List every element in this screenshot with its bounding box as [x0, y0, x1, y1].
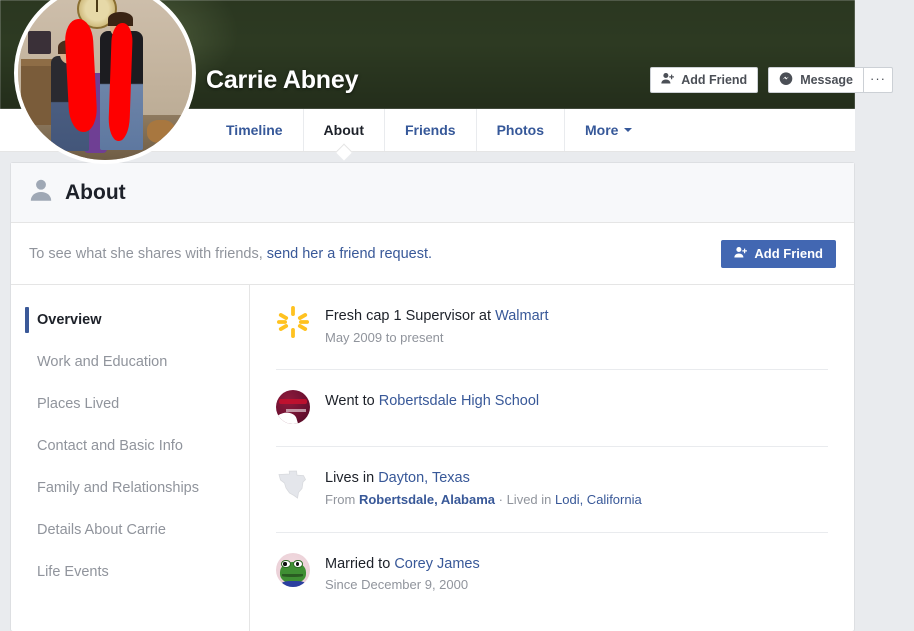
- hometown-link[interactable]: Robertsdale, Alabama: [359, 492, 495, 507]
- sidebar-item-life-events[interactable]: Life Events: [11, 551, 249, 593]
- page-title: Carrie Abney: [206, 66, 359, 94]
- more-options-button[interactable]: ···: [863, 67, 893, 93]
- work-prefix: Fresh cap 1 Supervisor at: [325, 308, 496, 324]
- about-sidebar: Overview Work and Education Places Lived…: [11, 285, 250, 631]
- about-card-header: About: [11, 163, 854, 223]
- sidebar-item-label: Places Lived: [37, 396, 120, 412]
- overview-entry-education: Went to Robertsdale High School: [276, 370, 828, 448]
- relationship-since: Since December 9, 2000: [325, 577, 469, 593]
- partner-link[interactable]: Corey James: [394, 556, 479, 572]
- education-prefix: Went to: [325, 393, 379, 410]
- places-subtitle: From Robertsdale, Alabama · Lived in Lod…: [325, 491, 642, 510]
- sidebar-item-label: Overview: [37, 312, 102, 328]
- overview-entry-places: Lives in Dayton, Texas From Robertsdale,…: [276, 447, 828, 533]
- tab-friends-label: Friends: [404, 122, 456, 138]
- sidebar-item-label: Family and Relationships: [37, 480, 199, 496]
- overview-content: Fresh cap 1 Supervisor at Walmart May 20…: [250, 285, 854, 631]
- messenger-icon: [779, 71, 793, 89]
- sidebar-item-label: Contact and Basic Info: [37, 438, 183, 454]
- tab-about-label: About: [323, 122, 364, 138]
- current-city-link[interactable]: Dayton, Texas: [378, 470, 470, 486]
- work-title: Fresh cap 1 Supervisor at Walmart: [325, 307, 549, 327]
- add-friend-button-about[interactable]: Add Friend: [721, 239, 836, 268]
- friend-request-notice: To see what she shares with friends, sen…: [11, 223, 854, 285]
- education-title: Went to Robertsdale High School: [325, 392, 539, 412]
- avatar[interactable]: [14, 0, 196, 164]
- places-prefix: Lives in: [325, 470, 379, 487]
- add-friend-button-cover[interactable]: Add Friend: [650, 67, 759, 93]
- tab-photos[interactable]: Photos: [475, 109, 564, 151]
- places-title: Lives in Dayton, Texas: [325, 469, 642, 489]
- sidebar-item-overview[interactable]: Overview: [11, 299, 249, 341]
- chevron-down-icon: [624, 128, 633, 132]
- school-logo-icon: [276, 390, 310, 425]
- education-school-link[interactable]: Robertsdale High School: [379, 393, 539, 409]
- partner-avatar-icon[interactable]: [276, 552, 310, 587]
- relationship-prefix: Married to: [325, 555, 395, 572]
- hometown-label: From: [325, 491, 359, 507]
- message-label: Message: [800, 73, 853, 87]
- person-add-icon-blue: [734, 246, 748, 262]
- tab-more-label: More: [585, 122, 619, 138]
- sidebar-item-label: Details About Carrie: [37, 522, 166, 538]
- tab-friends[interactable]: Friends: [383, 109, 476, 151]
- overview-entry-places-text: Lives in Dayton, Texas From Robertsdale,…: [325, 467, 642, 509]
- overview-entry-relationship: Married to Corey James Since December 9,…: [276, 533, 828, 617]
- sidebar-item-label: Work and Education: [37, 354, 168, 370]
- lived-in-link[interactable]: Lodi, California: [555, 492, 642, 507]
- sidebar-item-work-and-education[interactable]: Work and Education: [11, 341, 249, 383]
- facebook-profile-about-page: Carrie Abney Add Friend Message ··· Time…: [0, 0, 914, 631]
- walmart-spark-icon: [276, 305, 310, 339]
- about-card: About To see what she shares with friend…: [10, 162, 855, 631]
- work-employer-link[interactable]: Walmart: [495, 308, 548, 324]
- tab-about[interactable]: About: [302, 109, 384, 151]
- send-friend-request-link[interactable]: send her a friend request.: [267, 246, 432, 262]
- person-icon: [29, 178, 53, 207]
- about-title: About: [65, 180, 126, 204]
- overview-entry-work-text: Fresh cap 1 Supervisor at Walmart May 20…: [325, 305, 549, 347]
- places-separator: ·: [495, 491, 507, 507]
- sidebar-item-family-and-relationships[interactable]: Family and Relationships: [11, 467, 249, 509]
- avatar-photo: [18, 0, 192, 160]
- work-dates: May 2009 to present: [325, 329, 444, 345]
- add-friend-label-cover: Add Friend: [681, 73, 748, 87]
- overview-entry-work: Fresh cap 1 Supervisor at Walmart May 20…: [276, 285, 828, 371]
- add-friend-label-about: Add Friend: [754, 246, 823, 261]
- message-button[interactable]: Message: [768, 67, 863, 93]
- overview-entry-relationship-text: Married to Corey James Since December 9,…: [325, 553, 480, 595]
- tab-timeline-label: Timeline: [226, 122, 283, 138]
- lived-in-label: Lived in: [506, 491, 555, 507]
- tab-more[interactable]: More: [564, 109, 652, 151]
- texas-state-icon: [276, 467, 310, 501]
- sidebar-item-label: Life Events: [37, 564, 109, 580]
- tab-photos-label: Photos: [496, 122, 545, 138]
- sidebar-item-places-lived[interactable]: Places Lived: [11, 383, 249, 425]
- sidebar-item-contact-and-basic-info[interactable]: Contact and Basic Info: [11, 425, 249, 467]
- about-body: Overview Work and Education Places Lived…: [11, 285, 854, 631]
- cover-action-buttons: Add Friend Message ···: [650, 67, 893, 93]
- redaction-mark-left: [63, 18, 98, 133]
- message-button-group: Message ···: [768, 67, 893, 93]
- person-add-icon: [661, 72, 675, 88]
- notice-prefix: To see what she shares with friends,: [29, 245, 267, 262]
- notice-text: To see what she shares with friends, sen…: [29, 246, 432, 262]
- tab-timeline[interactable]: Timeline: [206, 109, 303, 151]
- overview-entry-education-text: Went to Robertsdale High School: [325, 390, 539, 424]
- sidebar-item-details-about-carrie[interactable]: Details About Carrie: [11, 509, 249, 551]
- relationship-title: Married to Corey James: [325, 555, 480, 575]
